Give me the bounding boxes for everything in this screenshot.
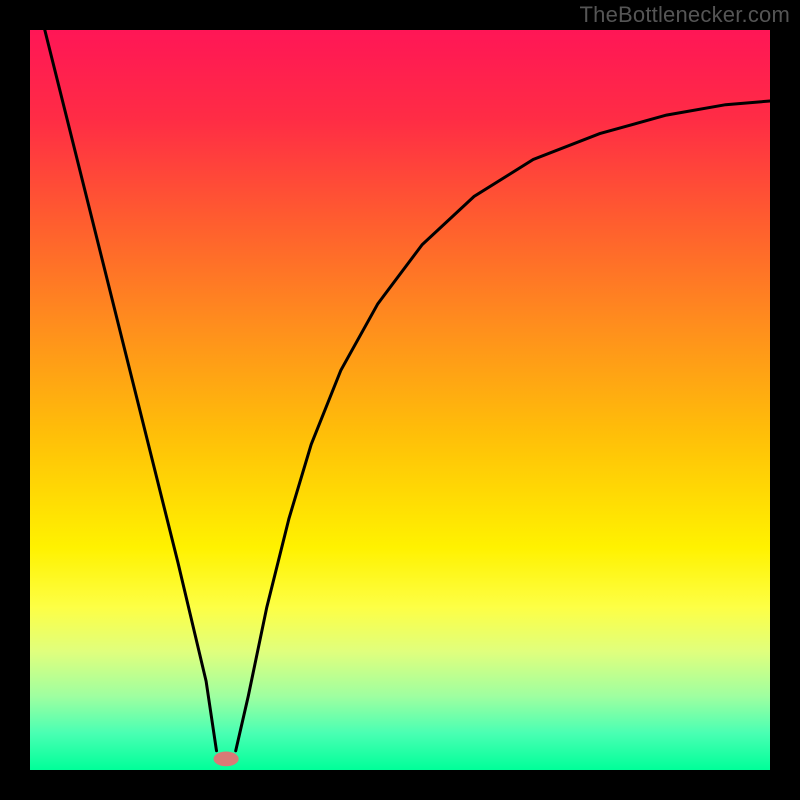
watermark-label: TheBottlenecker.com: [580, 2, 790, 28]
minimum-marker-icon: [214, 752, 239, 767]
bottleneck-chart: [0, 0, 800, 800]
chart-frame: TheBottlenecker.com: [0, 0, 800, 800]
plot-background: [30, 30, 770, 770]
